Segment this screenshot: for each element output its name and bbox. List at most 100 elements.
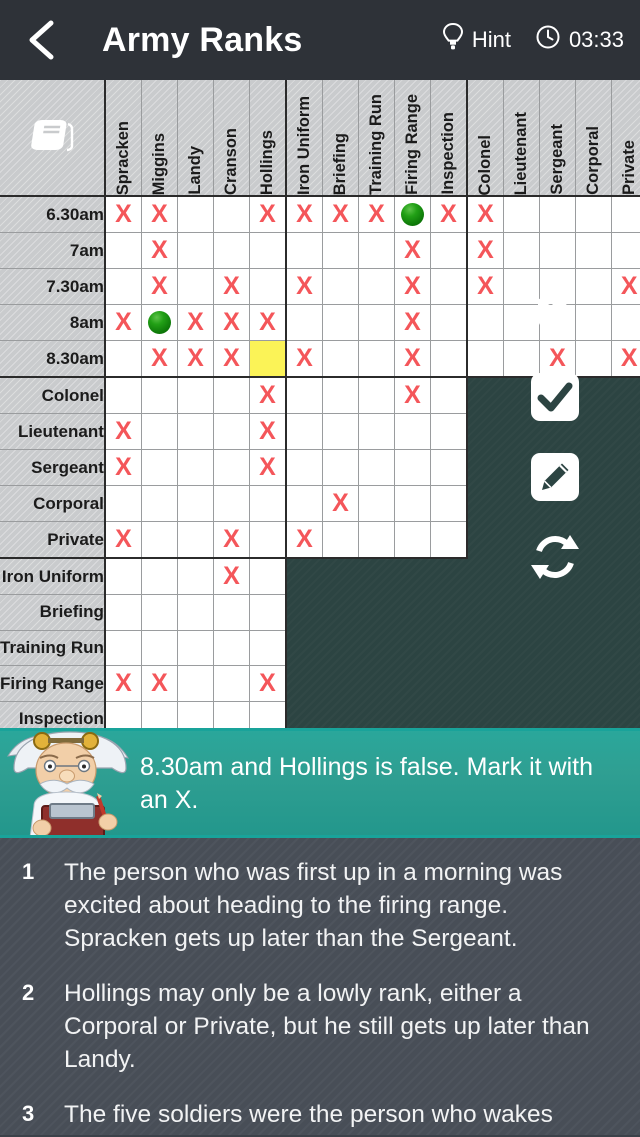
grid-cell[interactable]: X [213,558,250,595]
grid-cell[interactable] [141,449,178,486]
grid-cell[interactable] [394,196,431,233]
grid-cell[interactable] [249,232,287,269]
grid-cell[interactable]: X [285,268,323,305]
grid-cell[interactable] [177,232,214,269]
grid-cell[interactable] [575,196,612,233]
grid-cell[interactable] [177,594,214,631]
pencil-button[interactable] [526,450,584,508]
grid-cell[interactable] [611,304,640,341]
grid-cell[interactable] [358,449,395,486]
grid-cell[interactable] [177,196,214,233]
grid-cell[interactable] [213,665,250,702]
grid-cell[interactable]: X [285,340,323,378]
grid-cell[interactable] [249,485,287,522]
grid-cell[interactable] [177,630,214,666]
grid-cell[interactable] [285,413,323,450]
grid-cell[interactable] [394,485,431,522]
grid-cell[interactable]: X [213,340,250,378]
grid-cell[interactable] [141,630,178,666]
grid-cell[interactable] [611,196,640,233]
grid-cell[interactable] [249,630,287,666]
grid-cell[interactable] [285,232,323,269]
grid-cell[interactable]: X [394,232,431,269]
grid-cell[interactable] [213,449,250,486]
grid-cell[interactable] [177,485,214,522]
grid-cell[interactable]: X [104,665,142,702]
grid-cell[interactable] [358,485,395,522]
grid-cell[interactable]: X [394,268,431,305]
grid-cell[interactable] [141,594,178,631]
grid-cell[interactable] [141,558,178,595]
hint-button[interactable]: Hint [442,22,511,58]
grid-cell[interactable]: X [611,268,640,305]
grid-cell[interactable] [358,521,395,559]
grid-cell[interactable] [394,449,431,486]
grid-cell[interactable] [213,630,250,666]
grid-cell[interactable]: X [394,340,431,378]
grid-cell[interactable] [104,594,142,631]
grid-cell[interactable]: X [141,665,178,702]
grid-cell[interactable] [430,485,468,522]
grid-cell[interactable] [322,449,359,486]
back-button[interactable] [18,14,64,66]
grid-cell[interactable] [104,268,142,305]
grid-cell[interactable]: X [249,413,287,450]
grid-cell[interactable] [104,630,142,666]
grid-cell[interactable]: X [104,304,142,341]
grid-cell[interactable]: X [322,485,359,522]
grid-cell[interactable] [177,521,214,559]
grid-cell[interactable]: X [466,232,504,269]
grid-cell[interactable] [430,521,468,559]
grid-cell[interactable]: X [249,449,287,486]
grid-cell[interactable]: X [141,232,178,269]
grid-cell[interactable] [539,196,576,233]
grid-cell[interactable]: X [104,449,142,486]
grid-cell[interactable]: X [249,665,287,702]
clue-item[interactable]: 2 Hollings may only be a lowly rank, eith… [22,977,618,1076]
grid-cell[interactable] [466,340,504,378]
grid-cell[interactable] [430,413,468,450]
grid-cell[interactable] [430,377,468,414]
grid-corner-book-button[interactable] [0,80,106,197]
grid-cell[interactable] [285,449,323,486]
grid-cell[interactable]: X [285,521,323,559]
grid-cell[interactable] [177,268,214,305]
grid-cell[interactable] [141,413,178,450]
grid-cell[interactable] [394,521,431,559]
grid-cell[interactable] [177,413,214,450]
grid-cell[interactable] [177,377,214,414]
grid-cell[interactable]: X [358,196,395,233]
grid-cell[interactable]: X [177,340,214,378]
grid-cell[interactable] [430,268,468,305]
grid-cell[interactable] [394,413,431,450]
undo-button[interactable] [526,290,584,348]
grid-cell[interactable]: X [249,377,287,414]
grid-cell[interactable]: X [322,196,359,233]
grid-cell[interactable] [213,485,250,522]
grid-cell[interactable] [285,377,323,414]
hint-message-bar[interactable]: 8.30am and Hollings is false. Mark it wi… [0,728,640,838]
grid-cell[interactable]: X [213,304,250,341]
grid-cell[interactable]: X [177,304,214,341]
grid-cell[interactable] [141,377,178,414]
grid-cell[interactable] [213,196,250,233]
grid-cell[interactable]: X [394,304,431,341]
grid-cell[interactable] [104,340,142,378]
grid-cell[interactable]: X [141,196,178,233]
grid-cell[interactable] [213,232,250,269]
grid-cell[interactable] [249,340,287,378]
grid-cell[interactable] [430,449,468,486]
grid-cell[interactable] [575,232,612,269]
grid-cell[interactable] [104,485,142,522]
grid-cell[interactable] [213,377,250,414]
grid-cell[interactable] [358,232,395,269]
grid-cell[interactable] [503,196,540,233]
grid-cell[interactable]: X [466,268,504,305]
check-button[interactable] [526,370,584,428]
grid-cell[interactable] [285,304,323,341]
grid-cell[interactable] [213,701,250,728]
grid-cell[interactable]: X [285,196,323,233]
grid-cell[interactable] [177,701,214,728]
grid-cell[interactable] [539,232,576,269]
grid-cell[interactable] [358,340,395,378]
